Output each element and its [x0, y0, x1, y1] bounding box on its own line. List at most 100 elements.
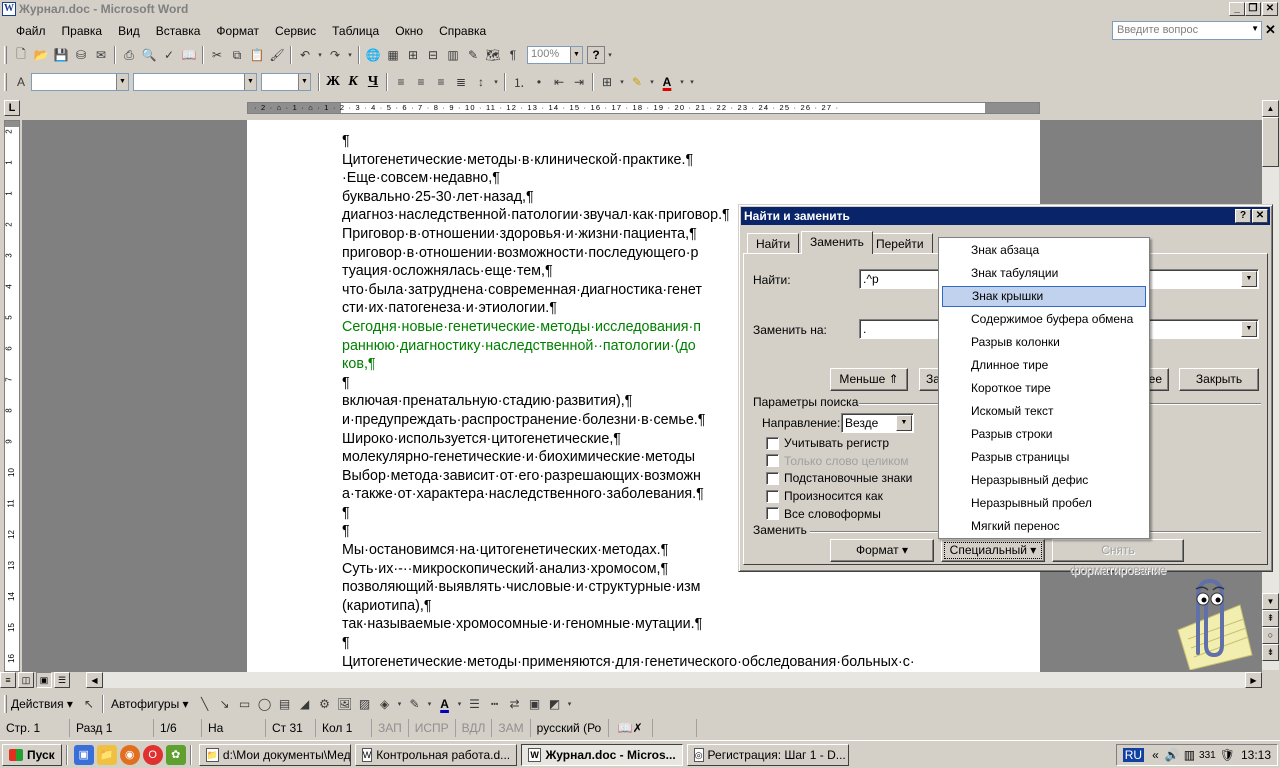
chevron-down-icon[interactable]: ▼ — [1241, 321, 1257, 337]
dialog-title-bar[interactable]: Найти и заменить ? ✕ — [741, 207, 1270, 225]
icq-icon[interactable]: ✿ — [165, 744, 186, 765]
vertical-ruler[interactable]: 2 1 1 2 3 4 5 6 7 8 9 10 11 12 13 14 15 16 — [4, 120, 20, 672]
font-color-icon[interactable]: A — [435, 694, 455, 714]
tab-selector[interactable]: L — [4, 100, 20, 116]
decrease-indent-icon[interactable]: ⇤ — [549, 72, 569, 92]
borders-dropdown-icon[interactable]: ▾ — [617, 72, 627, 92]
minimize-icon[interactable]: _ — [1229, 2, 1245, 16]
email-icon[interactable]: ✉ — [91, 45, 111, 65]
document-map-icon[interactable]: 🗺 — [483, 45, 503, 65]
permission-icon[interactable]: ⛁ — [71, 45, 91, 65]
line-style-icon[interactable]: ☰ — [465, 694, 485, 714]
font-size-select[interactable]: ▼ — [261, 73, 311, 91]
document-close-icon[interactable]: ✕ — [1265, 22, 1276, 38]
special-menu-item[interactable]: Знак крышки — [942, 286, 1146, 307]
tab-find[interactable]: Найти — [747, 233, 800, 253]
menu-item-4[interactable]: Формат — [208, 24, 267, 38]
font-select[interactable]: ▼ — [133, 73, 257, 91]
less-button[interactable]: Меньше ⇑ — [830, 368, 908, 391]
select-objects-icon[interactable]: ↖ — [79, 694, 99, 714]
word-app-icon[interactable]: W — [2, 2, 16, 16]
special-menu-item[interactable]: Содержимое буфера обмена — [942, 309, 1146, 330]
document-line[interactable]: (кариотипа),¶ — [342, 597, 982, 616]
show-formatting-icon[interactable]: ¶ — [503, 45, 523, 65]
tables-borders-icon[interactable]: ▦ — [383, 45, 403, 65]
option-checkbox-2[interactable]: Подстановочные знаки — [766, 471, 912, 485]
paste-icon[interactable]: 📋 — [247, 45, 267, 65]
special-menu-item[interactable]: Разрыв строки — [942, 424, 1146, 445]
save-icon[interactable]: 💾 — [51, 45, 71, 65]
redo-dropdown-icon[interactable]: ▾ — [345, 45, 355, 65]
previous-page-icon[interactable]: ⇞ — [1262, 610, 1279, 627]
help-icon[interactable]: ? — [587, 46, 605, 64]
arrow-icon[interactable]: ↘ — [215, 694, 235, 714]
menu-item-8[interactable]: Справка — [431, 24, 494, 38]
help-question-input[interactable]: Введите вопрос ▼ — [1112, 21, 1262, 40]
align-right-icon[interactable]: ≡ — [431, 72, 451, 92]
document-line[interactable]: Цитогенетические·методы·применяются·для·… — [342, 653, 982, 672]
styles-icon[interactable]: A — [11, 72, 31, 92]
zoom-select[interactable]: 100% ▼ — [527, 46, 583, 64]
language-indicator[interactable]: RU — [1122, 748, 1145, 762]
open-icon[interactable]: 📂 — [31, 45, 51, 65]
clipart-icon[interactable]: 🖼 — [335, 694, 355, 714]
line-spacing-dropdown-icon[interactable]: ▾ — [491, 72, 501, 92]
line-color-dropdown-icon[interactable]: ▾ — [425, 694, 435, 714]
research-icon[interactable]: 📖 — [179, 45, 199, 65]
cut-icon[interactable]: ✂ — [207, 45, 227, 65]
menu-item-3[interactable]: Вставка — [148, 24, 209, 38]
shadow-icon[interactable]: ▣ — [525, 694, 545, 714]
outline-view-icon[interactable]: ☰ — [54, 672, 70, 688]
firefox-icon[interactable]: ◉ — [119, 744, 140, 765]
font-color-icon[interactable]: A — [657, 72, 677, 92]
spelling-status-icon[interactable]: 📖✗ — [609, 719, 653, 737]
spelling-icon[interactable]: ✓ — [159, 45, 179, 65]
chevron-down-icon[interactable]: ▼ — [896, 415, 912, 431]
document-line[interactable]: ¶ — [342, 132, 982, 151]
bullets-icon[interactable]: • — [529, 72, 549, 92]
toolbar-grip[interactable] — [4, 46, 7, 64]
increase-indent-icon[interactable]: ⇥ — [569, 72, 589, 92]
scroll-right-icon[interactable]: ▶ — [1245, 672, 1262, 688]
line-icon[interactable]: ╲ — [195, 694, 215, 714]
align-left-icon[interactable]: ≡ — [391, 72, 411, 92]
office-assistant-clippy[interactable] — [1158, 575, 1256, 671]
chevron-down-icon[interactable]: ▼ — [116, 74, 128, 90]
dash-style-icon[interactable]: ┅ — [485, 694, 505, 714]
hyperlink-icon[interactable]: 🌐 — [363, 45, 383, 65]
new-document-icon[interactable]: 🗋 — [11, 45, 31, 65]
taskbar-task-3[interactable]: ◎ Регистрация: Шаг 1 - D... — [686, 743, 849, 766]
autoshapes-menu[interactable]: Автофигуры ▾ — [111, 697, 189, 711]
undo-dropdown-icon[interactable]: ▾ — [315, 45, 325, 65]
no-formatting-button[interactable]: Снять форматирование — [1052, 539, 1184, 577]
print-preview-icon[interactable]: 🔍 — [139, 45, 159, 65]
copy-icon[interactable]: ⧉ — [227, 45, 247, 65]
menu-item-1[interactable]: Правка — [54, 24, 111, 38]
checkbox-box[interactable] — [766, 436, 779, 450]
status-record[interactable]: ЗАП — [372, 719, 409, 737]
special-menu-item[interactable]: Знак абзаца — [942, 240, 1146, 261]
next-page-icon[interactable]: ⇟ — [1262, 644, 1279, 661]
align-center-icon[interactable]: ≡ — [411, 72, 431, 92]
columns-icon[interactable]: ▥ — [443, 45, 463, 65]
status-language[interactable]: русский (Ро — [531, 719, 609, 737]
numbering-icon[interactable]: ⒈ — [509, 72, 529, 92]
chevron-down-icon[interactable]: ▼ — [1241, 271, 1257, 287]
tray-expand-icon[interactable]: « — [1152, 748, 1159, 762]
opera-icon[interactable]: O — [142, 744, 163, 765]
toolbar-options-icon[interactable]: ▾ — [605, 45, 615, 65]
show-desktop-icon[interactable]: ▣ — [73, 744, 94, 765]
speaker-icon[interactable]: 🔊 — [1165, 748, 1180, 762]
document-line[interactable]: так·называемые·хромосомные·и·геномные·му… — [342, 615, 982, 634]
menu-item-5[interactable]: Сервис — [267, 24, 324, 38]
special-button[interactable]: Специальный ▾ — [941, 539, 1045, 562]
highlight-icon[interactable]: ✎ — [627, 72, 647, 92]
font-color-dropdown-icon[interactable]: ▾ — [677, 72, 687, 92]
option-checkbox-3[interactable]: Произносится как — [766, 489, 883, 503]
special-menu-item[interactable]: Короткое тире — [942, 378, 1146, 399]
fill-color-icon[interactable]: ◈ — [375, 694, 395, 714]
web-view-icon[interactable]: ◫ — [18, 672, 34, 688]
special-menu-item[interactable]: Неразрывный пробел — [942, 493, 1146, 514]
checkbox-box[interactable] — [766, 489, 779, 503]
menu-item-7[interactable]: Окно — [387, 24, 431, 38]
